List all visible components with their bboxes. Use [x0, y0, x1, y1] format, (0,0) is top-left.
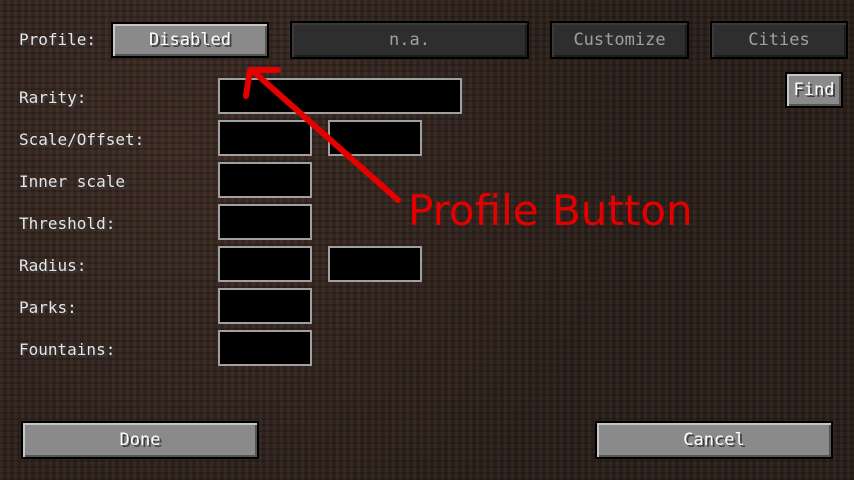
- annotation-profile-button-text: Profile Button: [408, 186, 693, 235]
- annotation-arrow: [243, 67, 401, 203]
